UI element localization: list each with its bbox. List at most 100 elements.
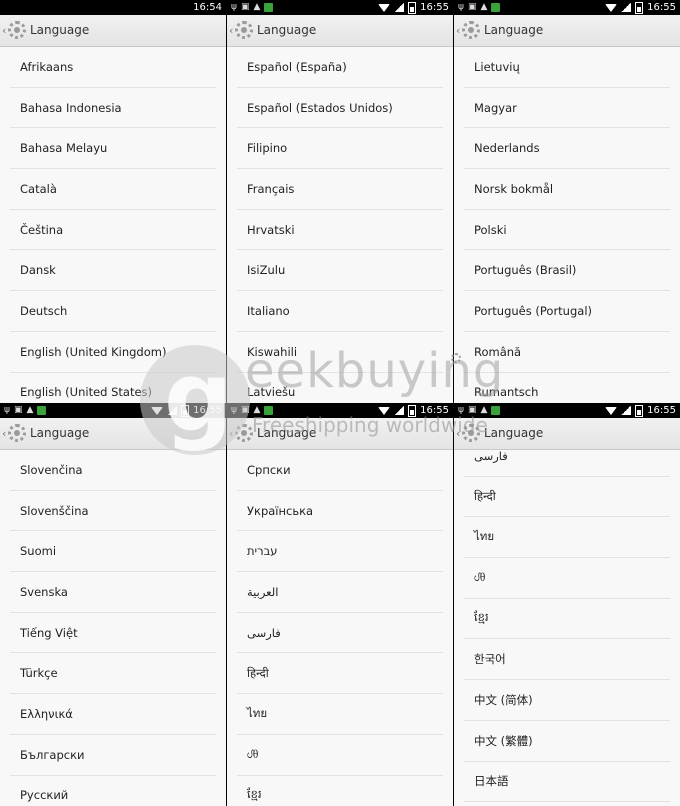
status-time: 16:55 [647, 2, 676, 13]
language-item[interactable]: Português (Brasil) [464, 250, 670, 292]
language-item[interactable]: עברית [237, 531, 443, 573]
app-notification-icon [491, 3, 501, 12]
notification-icon: ▣ [240, 2, 250, 12]
language-item[interactable]: Norsk bokmål [464, 169, 670, 210]
action-bar: ‹ Language [454, 15, 680, 47]
settings-gear-icon [8, 21, 26, 39]
language-item[interactable]: 中文 (繁體) [464, 721, 670, 762]
wifi-icon [605, 3, 618, 12]
language-item[interactable]: Čeština [10, 210, 216, 251]
page-title: Language [30, 426, 90, 440]
action-bar: ‹ Language [0, 418, 226, 450]
language-item[interactable]: English (United States) [10, 373, 216, 404]
signal-icon [394, 3, 405, 12]
language-item[interactable]: Русский [10, 776, 216, 806]
status-bar: ψ ▣ ▲ 16:55 [454, 0, 680, 15]
screen-panel-4: ψ ▣ ▲ 16:55 ‹ Language Slovenčina Sloven… [0, 403, 226, 806]
language-item[interactable]: Српски [237, 450, 443, 491]
language-item[interactable]: Tiếng Việt [10, 613, 216, 654]
language-item[interactable]: Català [10, 169, 216, 210]
language-item[interactable]: Français [237, 169, 443, 210]
language-item[interactable]: Español (Estados Unidos) [237, 88, 443, 129]
language-item[interactable]: ไทย [237, 694, 443, 735]
status-bar: 16:54 [0, 0, 226, 15]
app-notification-icon [37, 406, 47, 415]
app-notification-icon [491, 406, 501, 415]
battery-icon [408, 1, 417, 14]
language-item[interactable]: فارسی [464, 436, 670, 477]
back-icon[interactable]: ‹ [2, 24, 6, 37]
language-list: Српски Українська עברית العربية فارسی हि… [227, 450, 453, 806]
language-item[interactable]: ខ្មែរ [464, 599, 670, 640]
page-title: Language [30, 23, 90, 37]
page-title: Language [484, 23, 544, 37]
language-item[interactable]: ไทย [464, 517, 670, 559]
status-time: 16:55 [193, 405, 222, 416]
language-item[interactable]: Bahasa Indonesia [10, 88, 216, 129]
language-item[interactable]: Slovenčina [10, 450, 216, 491]
language-item[interactable]: Deutsch [10, 291, 216, 332]
language-item[interactable]: Български [10, 735, 216, 776]
language-item[interactable]: Hrvatski [237, 210, 443, 251]
settings-gear-icon [235, 424, 253, 442]
warning-icon: ▲ [480, 405, 488, 415]
back-icon[interactable]: ‹ [456, 24, 460, 37]
app-notification-icon [264, 3, 274, 12]
battery-icon [635, 404, 644, 417]
language-item[interactable]: Español (España) [237, 47, 443, 88]
notification-icon: ▣ [240, 405, 250, 415]
signal-icon [167, 406, 178, 415]
language-item[interactable]: Dansk [10, 250, 216, 292]
language-item[interactable]: ខ្មែរ [237, 776, 443, 806]
back-icon[interactable]: ‹ [2, 427, 6, 440]
language-item[interactable]: 한국어 [464, 639, 670, 681]
language-item[interactable]: Türkçe [10, 653, 216, 695]
language-item[interactable]: Polski [464, 210, 670, 251]
language-item[interactable]: IsiZulu [237, 250, 443, 292]
language-item[interactable]: Română [464, 332, 670, 373]
signal-icon [621, 3, 632, 12]
signal-icon [394, 406, 405, 415]
language-item[interactable]: Filipino [237, 128, 443, 170]
language-item[interactable]: हिन्दी [237, 653, 443, 695]
language-item[interactable]: Afrikaans [10, 47, 216, 88]
language-item[interactable]: Italiano [237, 291, 443, 332]
language-item[interactable]: Português (Portugal) [464, 291, 670, 332]
language-item[interactable]: Latviešu [237, 373, 443, 404]
language-item[interactable]: Bahasa Melayu [10, 128, 216, 170]
language-item[interactable]: Svenska [10, 572, 216, 613]
battery-icon [635, 1, 644, 14]
notification-icon: ▣ [467, 2, 477, 12]
status-time: 16:55 [420, 2, 449, 13]
language-item[interactable]: Rumantsch [464, 373, 670, 404]
back-icon[interactable]: ‹ [229, 427, 233, 440]
wifi-icon [605, 406, 618, 415]
language-item[interactable]: ᦔᦲ [237, 735, 443, 776]
language-item[interactable]: Kiswahili [237, 332, 443, 373]
language-item[interactable]: Suomi [10, 531, 216, 573]
app-notification-icon [264, 406, 274, 415]
language-item[interactable]: 中文 (简体) [464, 680, 670, 721]
language-item[interactable]: Ελληνικά [10, 694, 216, 735]
language-item[interactable]: Slovenščina [10, 491, 216, 532]
language-item[interactable]: Українська [237, 491, 443, 532]
screen-panel-5: ψ ▣ ▲ 16:55 ‹ Language Српски Українська… [227, 403, 453, 806]
usb-icon: ψ [231, 405, 237, 415]
screen-panel-1: 16:54 ‹ Language Afrikaans Bahasa Indone… [0, 0, 226, 403]
language-item[interactable]: 日本語 [464, 762, 670, 803]
action-bar: ‹ Language [227, 15, 453, 47]
language-item[interactable]: العربية [237, 572, 443, 613]
back-icon[interactable]: ‹ [229, 24, 233, 37]
action-bar: ‹ Language [0, 15, 226, 47]
status-time: 16:55 [420, 405, 449, 416]
language-item[interactable]: Lietuvių [464, 47, 670, 88]
language-item[interactable]: Magyar [464, 88, 670, 129]
language-item[interactable]: ᦔᦲ [464, 558, 670, 599]
settings-gear-icon [462, 21, 480, 39]
usb-icon: ψ [458, 2, 464, 12]
language-item[interactable]: Nederlands [464, 128, 670, 170]
battery-icon [181, 404, 190, 417]
language-item[interactable]: हिन्दी [464, 477, 670, 518]
language-item[interactable]: English (United Kingdom) [10, 332, 216, 373]
language-item[interactable]: فارسی [237, 613, 443, 654]
